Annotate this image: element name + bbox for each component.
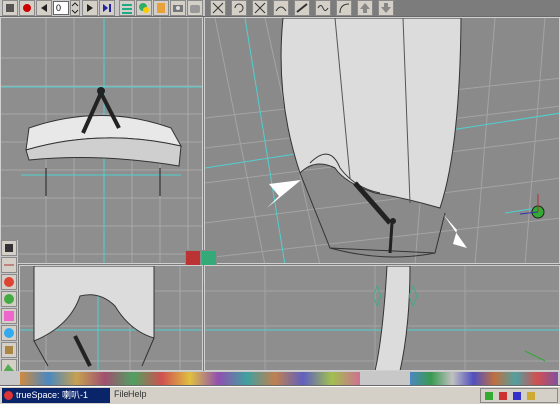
- app-icon: [4, 391, 13, 400]
- tray-icon[interactable]: [485, 392, 493, 400]
- top-toolbar-left: 0: [0, 0, 205, 17]
- viewport-top-left[interactable]: [0, 17, 203, 264]
- paint-icon[interactable]: [153, 0, 169, 16]
- bottom-toolbar: [0, 371, 560, 386]
- primitives-icon[interactable]: [1, 291, 17, 307]
- front-view-canvas: [1, 18, 202, 263]
- system-tray: [480, 388, 558, 403]
- top-toolbar-right: [205, 0, 560, 17]
- end-icon[interactable]: [99, 0, 115, 16]
- cube-icon[interactable]: [1, 342, 17, 358]
- record-icon[interactable]: [19, 0, 35, 16]
- play-icon[interactable]: [82, 0, 98, 16]
- tray-icon[interactable]: [527, 392, 535, 400]
- taskbar-title: trueSpace: 喇叭-1: [16, 390, 89, 400]
- view-swap-icon[interactable]: [185, 250, 201, 266]
- tray-icon[interactable]: [499, 392, 507, 400]
- deform-icon[interactable]: [273, 0, 289, 16]
- knife-icon[interactable]: [294, 0, 310, 16]
- sphere-icon[interactable]: [1, 274, 17, 290]
- rotate-icon[interactable]: [231, 0, 247, 16]
- bottom-toolbar-strip-right: [410, 372, 558, 385]
- menu-file[interactable]: File: [114, 389, 129, 399]
- tweak-icon[interactable]: [315, 0, 331, 16]
- down-arrow-icon[interactable]: [378, 0, 394, 16]
- material-icon[interactable]: [187, 0, 203, 16]
- tray-icon[interactable]: [513, 392, 521, 400]
- side-view-canvas: [205, 266, 559, 370]
- rewind-icon[interactable]: [36, 0, 52, 16]
- windows-taskbar: trueSpace: 喇叭-1 File Help: [0, 386, 560, 404]
- up-arrow-icon[interactable]: [357, 0, 373, 16]
- material-ball-icon[interactable]: [1, 325, 17, 341]
- move-icon[interactable]: [210, 0, 226, 16]
- frame-value: 0: [56, 3, 62, 13]
- perspective-canvas: [205, 18, 559, 263]
- menu-help[interactable]: Help: [128, 389, 147, 399]
- render-icon[interactable]: [2, 0, 18, 16]
- top-view-canvas: [20, 266, 202, 370]
- view-render-icon[interactable]: [201, 250, 217, 266]
- save-icon[interactable]: [1, 240, 17, 256]
- stepper-icon[interactable]: [70, 0, 80, 16]
- viewport-perspective[interactable]: [204, 17, 560, 264]
- left-tool-panel: [0, 240, 18, 386]
- camera-icon[interactable]: [170, 0, 186, 16]
- scale-icon[interactable]: [252, 0, 268, 16]
- layers-icon[interactable]: [1, 257, 17, 273]
- frame-field[interactable]: 0: [53, 1, 69, 15]
- viewport-bottom-left[interactable]: [19, 265, 203, 371]
- material-icon[interactable]: [136, 0, 152, 16]
- bottom-toolbar-strip: [20, 372, 360, 385]
- viewport-bottom-right[interactable]: [204, 265, 560, 371]
- bend-icon[interactable]: [336, 0, 352, 16]
- color-palette-icon[interactable]: [1, 308, 17, 324]
- taskbar-title-button[interactable]: trueSpace: 喇叭-1: [2, 388, 110, 403]
- list-icon[interactable]: [119, 0, 135, 16]
